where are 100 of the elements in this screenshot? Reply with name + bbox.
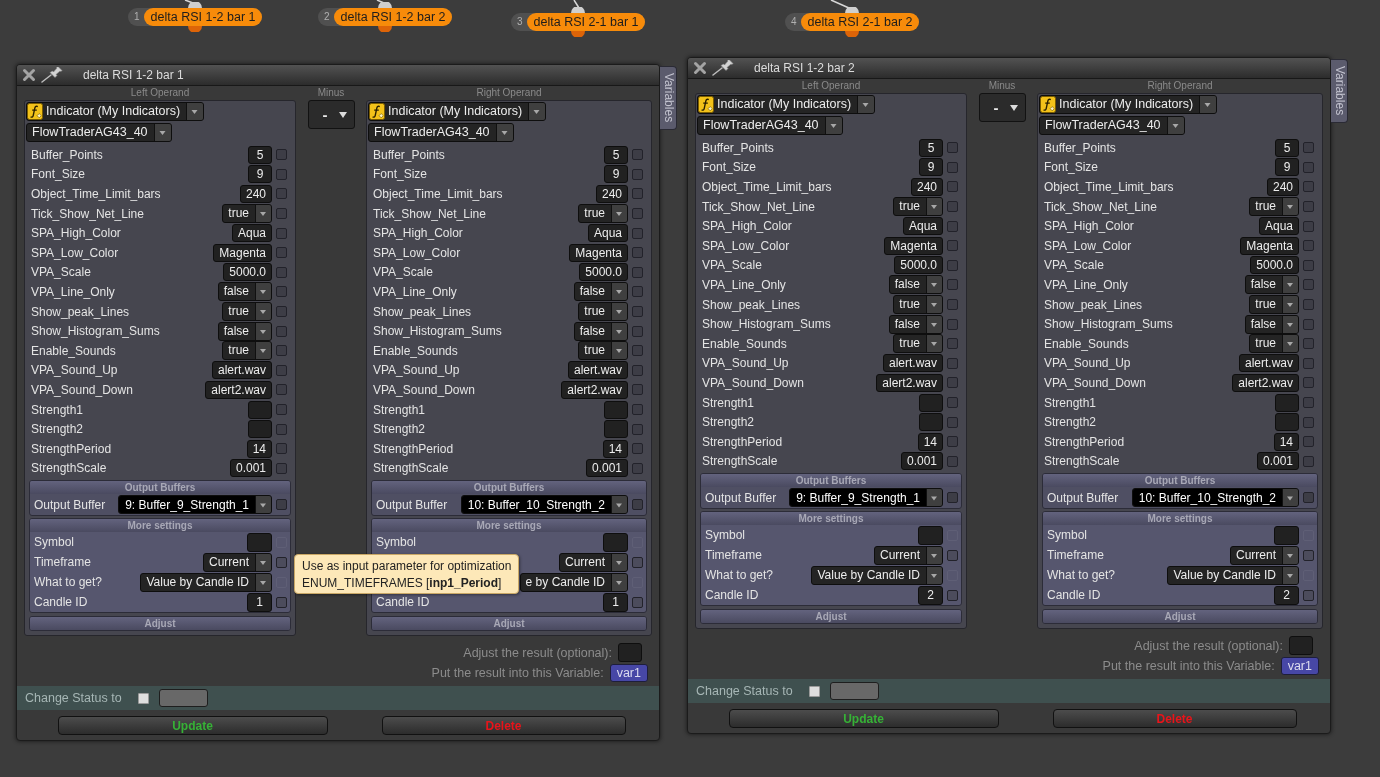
checkbox[interactable]: [632, 404, 643, 415]
value-dropdown[interactable]: true: [893, 197, 943, 217]
checkbox[interactable]: [947, 142, 958, 154]
checkbox[interactable]: [276, 208, 287, 220]
checkbox[interactable]: [276, 247, 287, 259]
value-dropdown[interactable]: false: [573, 282, 628, 302]
value-field[interactable]: 2: [918, 585, 943, 605]
value-dropdown[interactable]: false: [888, 314, 943, 334]
checkbox[interactable]: [632, 266, 643, 278]
value-field[interactable]: alert.wav: [211, 361, 272, 380]
checkbox[interactable]: [632, 462, 643, 474]
flow-node[interactable]: 1 delta RSI 1-2 bar 1: [128, 8, 263, 26]
buffer-dropdown[interactable]: 10: Buffer_10_Strength_2: [460, 495, 628, 515]
checkbox[interactable]: [276, 168, 287, 180]
update-button[interactable]: Update: [57, 716, 328, 736]
node-title[interactable]: delta RSI 1-2 bar 2: [333, 8, 453, 26]
checkbox[interactable]: [1303, 416, 1314, 428]
value-dropdown[interactable]: false: [888, 275, 943, 295]
checkbox[interactable]: [947, 455, 958, 467]
checkbox[interactable]: [1303, 142, 1314, 154]
value-field[interactable]: 5: [248, 145, 272, 164]
value-field[interactable]: [919, 393, 943, 412]
value-dropdown[interactable]: true: [578, 204, 628, 224]
checkbox[interactable]: [1303, 492, 1314, 504]
value-field[interactable]: 5: [604, 145, 628, 164]
adjust-field[interactable]: [618, 643, 642, 663]
value-dropdown[interactable]: false: [1244, 314, 1299, 334]
checkbox[interactable]: [947, 589, 958, 601]
checkbox[interactable]: [1303, 357, 1314, 369]
value-dropdown[interactable]: Current: [559, 552, 628, 572]
value-field[interactable]: 5000.0: [223, 263, 272, 282]
checkbox[interactable]: [947, 318, 958, 330]
checkbox[interactable]: [947, 357, 958, 369]
value-field[interactable]: [1274, 525, 1299, 545]
value-field[interactable]: Magenta: [884, 236, 943, 255]
value-field[interactable]: [604, 400, 628, 419]
value-dropdown[interactable]: true: [222, 341, 272, 361]
value-field[interactable]: alert2.wav: [1232, 373, 1299, 392]
variables-tab[interactable]: Variables: [660, 66, 677, 130]
value-field[interactable]: 240: [1266, 178, 1299, 196]
checkbox[interactable]: [276, 596, 287, 608]
value-field[interactable]: alert2.wav: [561, 380, 628, 399]
value-field[interactable]: 14: [1273, 432, 1299, 451]
checkbox[interactable]: [947, 299, 958, 311]
node-title[interactable]: delta RSI 2-1 bar 1: [526, 13, 646, 31]
adjust-field[interactable]: [1289, 636, 1313, 656]
checkbox[interactable]: [1303, 259, 1314, 271]
value-dropdown[interactable]: true: [578, 302, 628, 322]
checkbox[interactable]: [276, 443, 287, 455]
value-field[interactable]: 5000.0: [1250, 256, 1299, 275]
value-dropdown[interactable]: true: [1249, 295, 1299, 315]
value-dropdown[interactable]: Current: [874, 545, 943, 565]
checkbox[interactable]: [947, 416, 958, 428]
node-title[interactable]: delta RSI 1-2 bar 1: [143, 8, 263, 26]
value-field[interactable]: 0.001: [1256, 452, 1299, 471]
checkbox[interactable]: [632, 149, 643, 161]
checkbox[interactable]: [947, 259, 958, 271]
value-field[interactable]: 240: [239, 185, 272, 203]
checkbox[interactable]: [1303, 318, 1314, 330]
checkbox[interactable]: [632, 306, 643, 318]
value-field[interactable]: 1: [603, 592, 628, 612]
operator-dropdown[interactable]: -: [978, 93, 1026, 122]
checkbox[interactable]: [632, 443, 643, 455]
value-field[interactable]: Aqua: [231, 224, 272, 243]
checkbox[interactable]: [632, 227, 643, 239]
pin-icon[interactable]: [41, 67, 65, 83]
value-field[interactable]: [918, 525, 943, 545]
status-field[interactable]: [830, 682, 879, 701]
checkbox[interactable]: [1303, 240, 1314, 252]
checkbox[interactable]: [632, 596, 643, 608]
checkbox[interactable]: [1303, 181, 1314, 193]
buffer-dropdown[interactable]: 9: Buffer_9_Strength_1: [118, 495, 272, 515]
checkbox[interactable]: [276, 462, 287, 474]
update-button[interactable]: Update: [728, 709, 999, 729]
checkbox[interactable]: [276, 188, 287, 200]
operator-dropdown[interactable]: -: [307, 100, 355, 129]
value-dropdown[interactable]: true: [578, 341, 628, 361]
value-field[interactable]: 0.001: [229, 459, 272, 478]
checkbox[interactable]: [947, 240, 958, 252]
checkbox[interactable]: [947, 549, 958, 561]
status-field[interactable]: [159, 689, 208, 708]
value-field[interactable]: 240: [910, 178, 943, 196]
value-field[interactable]: [604, 420, 628, 439]
checkbox[interactable]: [276, 286, 287, 298]
value-field[interactable]: [919, 413, 943, 432]
value-field[interactable]: [603, 532, 628, 552]
checkbox[interactable]: [632, 345, 643, 357]
value-field[interactable]: alert2.wav: [876, 373, 943, 392]
flow-node[interactable]: 4 delta RSI 2-1 bar 2: [785, 13, 920, 31]
checkbox[interactable]: [1303, 377, 1314, 389]
checkbox[interactable]: [632, 247, 643, 259]
value-field[interactable]: 2: [1274, 585, 1299, 605]
checkbox[interactable]: [1303, 201, 1314, 213]
checkbox[interactable]: [947, 181, 958, 193]
checkbox[interactable]: [1303, 299, 1314, 311]
indicator-dropdown[interactable]: FlowTraderAG43_40: [1039, 116, 1185, 135]
pin-icon[interactable]: [712, 60, 736, 76]
checkbox[interactable]: [809, 685, 820, 697]
value-field[interactable]: Magenta: [1240, 236, 1299, 255]
value-field[interactable]: 5: [1275, 138, 1299, 157]
